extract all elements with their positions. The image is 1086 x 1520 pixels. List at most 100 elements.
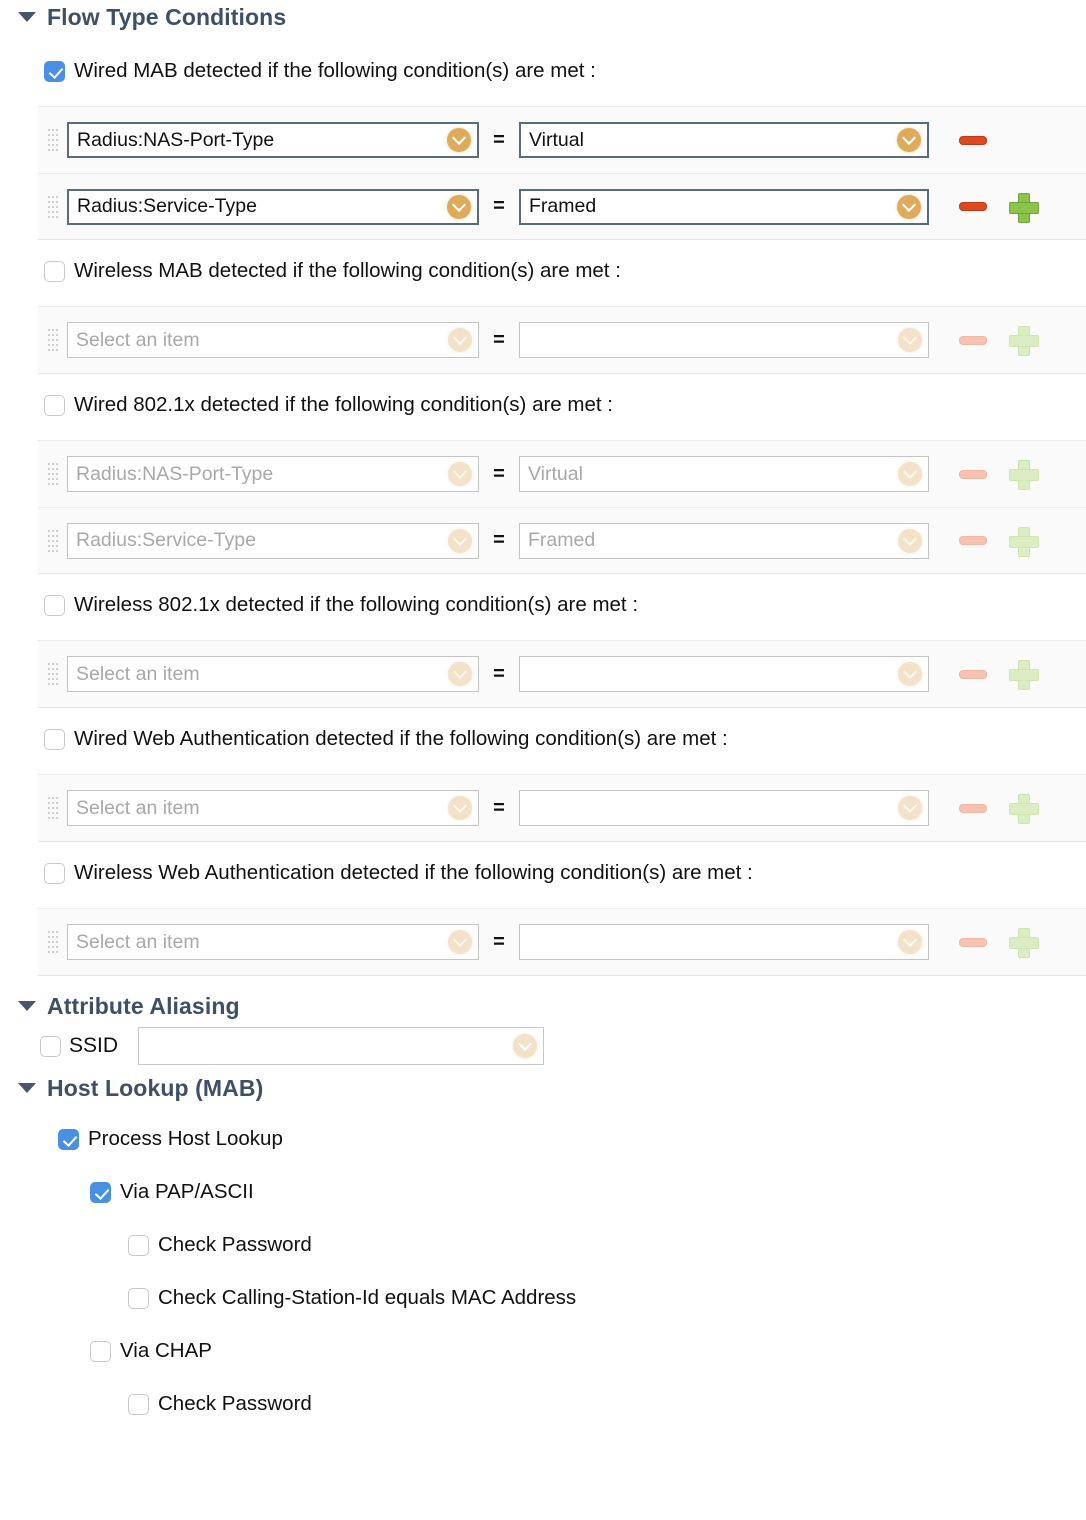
- checkbox-host-lookup-option[interactable]: [90, 1181, 111, 1203]
- add-row-icon[interactable]: [1009, 460, 1039, 490]
- condition-block-wireless-mab: Select an item =: [38, 306, 1086, 374]
- condition-attribute-select[interactable]: Select an item: [67, 322, 479, 358]
- condition-value-select[interactable]: Virtual: [519, 456, 929, 492]
- remove-row-icon[interactable]: [959, 669, 987, 679]
- add-row-icon[interactable]: [1009, 660, 1039, 690]
- checkbox-host-lookup-option[interactable]: [58, 1128, 79, 1150]
- condition-value-text: Virtual: [529, 128, 584, 151]
- condition-value-select[interactable]: [519, 790, 929, 826]
- checkbox-wireless-mab[interactable]: [44, 260, 65, 282]
- checkbox-host-lookup-option[interactable]: [128, 1393, 149, 1415]
- chevron-down-circle-icon[interactable]: [513, 1034, 538, 1058]
- condition-value-select[interactable]: [519, 656, 929, 692]
- condition-attribute-select[interactable]: Select an item: [67, 790, 479, 826]
- drag-handle-icon[interactable]: [48, 927, 58, 957]
- checkbox-wireless-8021x[interactable]: [44, 594, 65, 616]
- flow-group-toggle-wired-mab[interactable]: Wired MAB detected if the following cond…: [44, 54, 1086, 88]
- chevron-down-circle-icon[interactable]: [448, 930, 472, 954]
- chevron-down-circle-icon[interactable]: [898, 662, 922, 686]
- condition-attribute-select[interactable]: Radius:NAS-Port-Type: [67, 122, 479, 158]
- flow-group-wireless-mab: Wireless MAB detected if the following c…: [0, 254, 1086, 374]
- condition-operator: =: [493, 796, 505, 819]
- chevron-down-circle-icon[interactable]: [448, 462, 472, 486]
- drag-handle-icon[interactable]: [48, 192, 58, 222]
- host-lookup-item-label: Via PAP/ASCII: [120, 1180, 254, 1203]
- section-header-attribute-aliasing[interactable]: Attribute Aliasing: [0, 988, 1086, 1024]
- remove-row-icon[interactable]: [959, 937, 987, 947]
- host-lookup-item-label: Check Password: [158, 1392, 312, 1415]
- host-lookup-item[interactable]: Check Password: [128, 1384, 1086, 1424]
- drag-handle-icon[interactable]: [48, 526, 58, 556]
- condition-operator: =: [493, 930, 505, 953]
- chevron-down-circle-icon[interactable]: [897, 194, 921, 219]
- chevron-down-circle-icon[interactable]: [447, 128, 471, 152]
- add-row-icon[interactable]: [1009, 326, 1039, 356]
- condition-value-select[interactable]: Framed: [519, 522, 929, 559]
- section-header-flow-type[interactable]: Flow Type Conditions: [0, 0, 1086, 34]
- condition-row: Select an item =: [38, 909, 1086, 975]
- chevron-down-circle-icon[interactable]: [898, 462, 922, 486]
- host-lookup-item[interactable]: Check Calling-Station-Id equals MAC Addr…: [128, 1278, 1086, 1318]
- flow-group-toggle-wired-8021x[interactable]: Wired 802.1x detected if the following c…: [44, 388, 1086, 422]
- chevron-down-circle-icon[interactable]: [448, 328, 472, 352]
- condition-attribute-select[interactable]: Radius:NAS-Port-Type: [67, 456, 479, 492]
- drag-handle-icon[interactable]: [48, 325, 58, 355]
- checkbox-host-lookup-option[interactable]: [90, 1340, 111, 1362]
- host-lookup-item[interactable]: Check Password: [128, 1225, 1086, 1265]
- condition-row-actions: [959, 326, 1079, 356]
- add-row-icon[interactable]: [1009, 794, 1039, 824]
- drag-handle-icon[interactable]: [48, 659, 58, 689]
- checkbox-wireless-web-auth[interactable]: [44, 862, 65, 884]
- flow-group-toggle-wireless-mab[interactable]: Wireless MAB detected if the following c…: [44, 254, 1086, 288]
- remove-row-icon[interactable]: [959, 469, 987, 479]
- host-lookup-item[interactable]: Via CHAP: [90, 1331, 1086, 1371]
- chevron-down-circle-icon[interactable]: [448, 796, 472, 820]
- drag-handle-icon[interactable]: [48, 793, 58, 823]
- condition-value-select[interactable]: [519, 924, 929, 960]
- add-row-icon[interactable]: [1009, 526, 1039, 557]
- remove-row-icon[interactable]: [959, 536, 987, 545]
- checkbox-wired-8021x[interactable]: [44, 394, 65, 416]
- condition-value-select[interactable]: Virtual: [519, 122, 929, 158]
- condition-row-actions: [959, 526, 1079, 557]
- chevron-down-circle-icon[interactable]: [897, 128, 921, 152]
- triangle-down-icon[interactable]: [18, 12, 36, 22]
- condition-attribute-select[interactable]: Radius:Service-Type: [67, 522, 479, 559]
- checkbox-host-lookup-option[interactable]: [128, 1234, 149, 1256]
- host-lookup-item[interactable]: Via PAP/ASCII: [90, 1172, 1086, 1212]
- ssid-input[interactable]: [138, 1027, 545, 1065]
- flow-group-toggle-wireless-web-auth[interactable]: Wireless Web Authentication detected if …: [44, 856, 1086, 890]
- chevron-down-circle-icon[interactable]: [898, 930, 922, 954]
- chevron-down-circle-icon[interactable]: [448, 528, 472, 553]
- chevron-down-circle-icon[interactable]: [898, 528, 922, 553]
- ssid-checkbox[interactable]: [40, 1035, 61, 1057]
- remove-row-icon[interactable]: [959, 803, 987, 813]
- condition-attribute-select[interactable]: Select an item: [67, 924, 479, 960]
- remove-row-icon[interactable]: [959, 335, 987, 345]
- condition-value-select[interactable]: Framed: [519, 188, 929, 225]
- condition-attribute-select[interactable]: Radius:Service-Type: [67, 188, 479, 225]
- remove-row-icon[interactable]: [959, 135, 987, 145]
- add-row-icon[interactable]: [1009, 192, 1039, 223]
- host-lookup-item[interactable]: Process Host Lookup: [58, 1119, 1086, 1159]
- condition-value-select[interactable]: [519, 322, 929, 358]
- add-row-icon[interactable]: [1009, 928, 1039, 958]
- remove-row-icon[interactable]: [959, 202, 987, 211]
- chevron-down-circle-icon[interactable]: [898, 328, 922, 352]
- chevron-down-circle-icon[interactable]: [447, 194, 471, 219]
- flow-group-label-wireless-mab: Wireless MAB detected if the following c…: [74, 259, 621, 282]
- triangle-down-icon[interactable]: [18, 1083, 36, 1093]
- triangle-down-icon[interactable]: [18, 1001, 36, 1011]
- checkbox-wired-web-auth[interactable]: [44, 728, 65, 750]
- condition-attribute-select[interactable]: Select an item: [67, 656, 479, 692]
- drag-handle-icon[interactable]: [48, 459, 58, 489]
- chevron-down-circle-icon[interactable]: [448, 662, 472, 686]
- flow-group-toggle-wireless-8021x[interactable]: Wireless 802.1x detected if the followin…: [44, 588, 1086, 622]
- chevron-down-circle-icon[interactable]: [898, 796, 922, 820]
- section-title-attribute-aliasing: Attribute Aliasing: [47, 992, 240, 1019]
- flow-group-toggle-wired-web-auth[interactable]: Wired Web Authentication detected if the…: [44, 722, 1086, 756]
- drag-handle-icon[interactable]: [48, 125, 58, 155]
- checkbox-host-lookup-option[interactable]: [128, 1287, 149, 1309]
- section-header-host-lookup[interactable]: Host Lookup (MAB): [0, 1070, 1086, 1106]
- checkbox-wired-mab[interactable]: [44, 60, 65, 82]
